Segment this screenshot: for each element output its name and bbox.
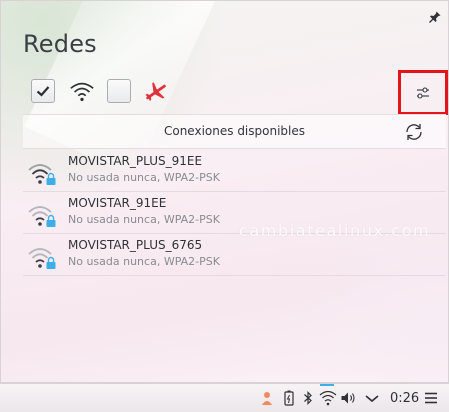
user-icon[interactable] — [261, 389, 273, 407]
pin-icon[interactable] — [428, 10, 442, 24]
wifi-icon — [70, 82, 94, 102]
bluetooth-icon[interactable] — [302, 389, 314, 407]
network-item[interactable]: MOVISTAR_PLUS_6765 No usada nunca, WPA2-… — [23, 234, 446, 276]
wifi-icon[interactable] — [319, 389, 337, 407]
airplane-icon[interactable] — [143, 79, 169, 105]
network-popup: Redes Conexiones disponibles MOVISTAR_PL… — [0, 0, 449, 383]
battery-icon[interactable] — [283, 389, 295, 407]
wifi-signal-locked-icon — [28, 206, 56, 227]
refresh-icon[interactable] — [403, 121, 425, 143]
wired-enable-checkbox[interactable] — [31, 79, 57, 105]
network-status: No usada nunca, WPA2-PSK — [68, 255, 220, 268]
checkmark-icon — [36, 86, 50, 97]
connections-header-label: Conexiones disponibles — [163, 124, 306, 138]
configure-button[interactable] — [398, 70, 448, 115]
chevron-down-icon[interactable] — [364, 389, 380, 407]
page-title: Redes — [23, 30, 97, 58]
connections-header: Conexiones disponibles — [23, 114, 446, 149]
taskbar: 0:26 — [0, 383, 449, 412]
network-name: MOVISTAR_PLUS_91EE — [68, 154, 203, 168]
wifi-signal-locked-icon — [28, 248, 56, 269]
network-name: MOVISTAR_91EE — [68, 196, 167, 210]
sliders-icon — [417, 87, 429, 99]
network-status: No usada nunca, WPA2-PSK — [68, 213, 220, 226]
network-name: MOVISTAR_PLUS_6765 — [68, 238, 203, 252]
wifi-signal-locked-icon — [28, 164, 56, 185]
menu-icon[interactable] — [424, 389, 438, 407]
network-status: No usada nunca, WPA2-PSK — [68, 171, 220, 184]
volume-icon[interactable] — [340, 389, 357, 407]
wifi-enable-checkbox[interactable] — [107, 79, 133, 105]
clock[interactable]: 0:26 — [390, 391, 419, 406]
network-item[interactable]: MOVISTAR_PLUS_91EE No usada nunca, WPA2-… — [23, 150, 446, 192]
watermark: cambiatealinux.com — [239, 221, 431, 240]
